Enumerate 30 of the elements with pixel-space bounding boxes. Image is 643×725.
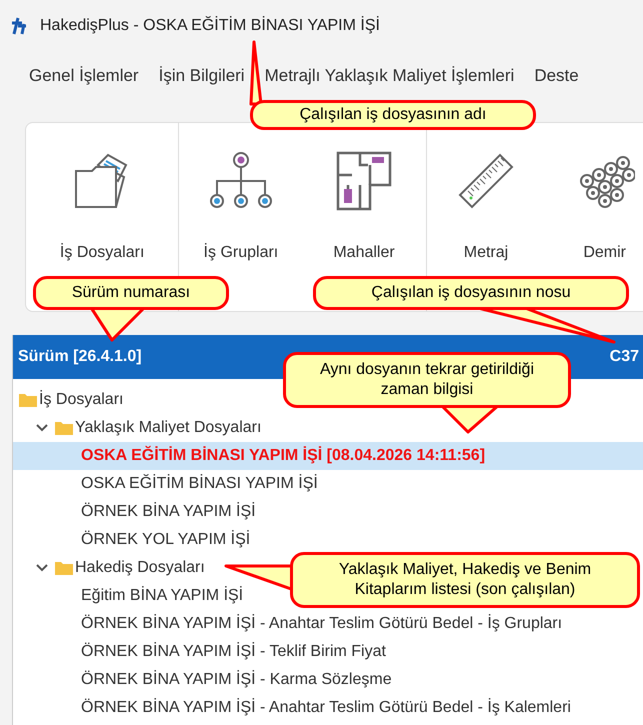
folder-icon <box>55 421 73 435</box>
menu-item[interactable]: Deste <box>534 63 579 89</box>
version-label: Sürüm [26.4.1.0] <box>18 347 142 367</box>
folder-icon <box>19 393 37 407</box>
folder-label[interactable]: Hakediş Dosyaları <box>75 556 205 580</box>
folder-icon <box>55 561 73 575</box>
hierarchy-icon <box>208 151 273 211</box>
callout-tooltip-tail <box>250 40 262 106</box>
floor-plan-icon <box>334 151 394 211</box>
tree-item[interactable]: ÖRNEK BİNA YAPIM İŞİ - Anahtar Teslim Götürü Bedel - İş Kalemleri <box>13 694 643 722</box>
menu-item[interactable]: İşin Bilgileri <box>158 63 245 89</box>
folder-label[interactable]: Yaklaşık Maliyet Dosyaları <box>75 416 262 440</box>
tree-item[interactable]: ÖRNEK BİNA YAPIM İŞİ - Karma Sözleşme <box>13 666 643 694</box>
window-title: HakedişPlus - OSKA EĞİTİM BİNASI YAPIM İŞİ <box>40 15 380 36</box>
tree-item[interactable]: OSKA EĞİTİM BİNASI YAPIM İŞİ <box>13 470 643 498</box>
callout-tooltip: Çalışılan iş dosyasının adı <box>250 100 536 130</box>
folder-label[interactable]: İş Dosyaları <box>39 388 124 412</box>
tree-item[interactable]: ÖRNEK BİNA YAPIM İŞİ - Teklif Birim Fiyat <box>13 638 643 666</box>
tree-item[interactable]: ÖRNEK YOL YAPIM İŞİ <box>13 526 643 554</box>
callout-tooltip: Yaklaşık Maliyet, Hakediş ve Benim Kitaplarım listesi (son çalışılan) <box>290 552 640 608</box>
file-number: C37 <box>610 347 639 367</box>
callout-tooltip: Çalışılan iş dosyasının nosu <box>313 276 629 310</box>
tree-item[interactable]: ÖRNEK BİNA YAPIM İŞİ <box>13 498 643 526</box>
tree-item[interactable]: ÖRNEK BİNA YAPIM İŞİ - Anahtar Teslim Götürü Bedel - İş Grupları <box>13 610 643 638</box>
menu-item[interactable]: Metrajlı Yaklaşık Maliyet İşlemleri <box>264 63 514 89</box>
chevron-icon[interactable] <box>35 563 49 573</box>
ribbon-button[interactable]: İş Dosyaları <box>52 123 152 265</box>
chevron-icon[interactable] <box>35 423 49 433</box>
menu-item[interactable]: Genel İşlemler <box>29 63 139 89</box>
ribbon-button[interactable]: Demir <box>554 123 643 265</box>
